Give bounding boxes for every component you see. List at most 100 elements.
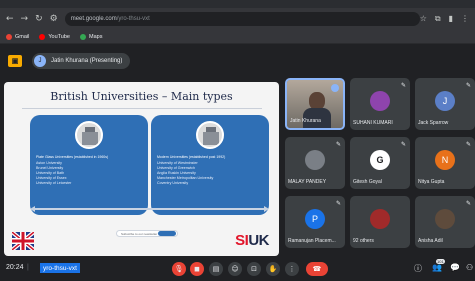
bookmarks-bar: Gmail YouTube Maps	[0, 30, 475, 44]
captions-button[interactable]: ▤	[209, 262, 223, 276]
address-bar: ← → ↻ ⚙ meet.google.com/yro-thsu-vxt ☆ ⧉…	[0, 8, 475, 30]
back-icon[interactable]: ←	[6, 14, 14, 24]
sidebar-icon[interactable]: ▮	[449, 14, 453, 24]
participant-avatar	[305, 150, 325, 170]
participant-avatar	[370, 209, 390, 229]
participant-count-badge: 101	[436, 259, 445, 264]
camera-toggle-button[interactable]: ◼	[190, 262, 204, 276]
participant-name: Jack Sparrow	[418, 120, 449, 126]
list-item: University of Leicester	[36, 181, 72, 185]
meet-window: ← → ↻ ⚙ meet.google.com/yro-thsu-vxt ☆ ⧉…	[0, 0, 475, 281]
extensions-icon[interactable]: ⧉	[435, 14, 441, 24]
participant-avatar: G	[370, 150, 390, 170]
participant-avatar	[435, 209, 455, 229]
mic-off-icon: ✎	[465, 82, 471, 89]
bookmark-label: Gmail	[15, 33, 30, 40]
panel-list: University of Westminster University of …	[157, 161, 213, 186]
meeting-code: yro-thsu-vxt	[40, 263, 80, 273]
gmail-icon	[6, 33, 12, 40]
presentation-slide: British Universities – Main types Plate …	[4, 82, 279, 256]
modern-universities-panel: Modern Universities (established post 19…	[151, 115, 269, 215]
participant-name: Ramanujan Placem...	[288, 238, 336, 244]
participant-name: Jatin Khurana	[290, 118, 321, 124]
panel-heading: Modern Universities (established post 19…	[157, 155, 226, 159]
mic-off-icon: ✎	[335, 200, 341, 207]
participant-tile[interactable]: ✎ J Jack Sparrow	[415, 78, 475, 130]
participant-avatar: N	[435, 150, 455, 170]
mic-off-icon: ✎	[335, 141, 341, 148]
url-omnibox[interactable]: meet.google.com/yro-thsu-vxt	[64, 12, 420, 26]
youtube-icon	[39, 33, 46, 40]
clock: 20:24	[6, 264, 24, 271]
presenter-chip[interactable]: J Jatin Khurana (Presenting)	[32, 53, 131, 69]
forward-icon[interactable]: →	[21, 14, 29, 24]
pill-button	[158, 231, 176, 236]
participant-tile-video[interactable]: Jatin Khurana	[285, 78, 345, 130]
university-photo	[75, 121, 103, 149]
mic-off-icon: ✎	[400, 82, 406, 89]
participant-tile[interactable]: ✎ SUHANI KUMARI	[350, 78, 410, 130]
bookmark-youtube[interactable]: YouTube	[39, 33, 70, 40]
url-host: meet.google.com	[70, 16, 117, 22]
list-item: Coventry University	[157, 181, 189, 185]
mic-off-icon: ✎	[465, 200, 471, 207]
newsletter-pill: Subscribe to our newsletter	[116, 230, 178, 237]
logo-text-right: UK	[248, 232, 269, 249]
pill-text: Subscribe to our newsletter	[121, 231, 158, 236]
raise-hand-button[interactable]: ✋	[266, 262, 280, 276]
participant-tile[interactable]: ✎ N Nitya Gupta	[415, 137, 475, 189]
bookmark-star-icon[interactable]: ☆	[420, 14, 427, 24]
logo-text-left: SI	[235, 232, 249, 249]
bookmark-gmail[interactable]: Gmail	[6, 33, 30, 40]
presenter-avatar: J	[34, 55, 46, 67]
participant-tile[interactable]: ✎ MALAY PANDEY	[285, 137, 345, 189]
participant-name: Gitesh Goyal	[353, 179, 382, 185]
panel-list: Aston University Brunel University Unive…	[36, 161, 71, 186]
participant-tile[interactable]: ✎ P Ramanujan Placem...	[285, 196, 345, 248]
university-photo	[196, 121, 224, 149]
people-icon[interactable]: 👥	[432, 263, 442, 272]
slide-title: British Universities – Main types	[50, 90, 233, 103]
end-call-button[interactable]: ☎	[306, 262, 328, 276]
union-jack-icon	[12, 232, 34, 250]
meet-top-bar: ▣ J Jatin Khurana (Presenting)	[0, 50, 475, 72]
mic-off-icon: ✎	[400, 141, 406, 148]
mic-off-icon: ✎	[465, 141, 471, 148]
emoji-button[interactable]: ☺	[228, 262, 242, 276]
si-uk-logo: SIUK	[235, 232, 269, 249]
url-path: /yro-thsu-vxt	[116, 16, 150, 22]
participant-tile[interactable]: ✎ G Gitesh Goyal	[350, 137, 410, 189]
maps-icon	[80, 33, 86, 40]
info-icon[interactable]: ⓘ	[414, 263, 422, 274]
mic-toggle-button[interactable]: 🎙	[172, 262, 186, 276]
reload-icon[interactable]: ↻	[35, 14, 43, 24]
chat-icon[interactable]: 💬	[450, 263, 460, 272]
bookmark-label: Maps	[89, 33, 103, 40]
menu-icon[interactable]: ⋮	[461, 14, 469, 24]
plate-glass-panel: Plate Glass Universities (established in…	[30, 115, 148, 215]
activities-icon[interactable]: ⚇	[466, 263, 473, 272]
meet-control-bar: 20:24 | yro-thsu-vxt 🎙 ◼ ▤ ☺ ⊡ ✋ ⋮ ☎ ⓘ 👥…	[0, 258, 475, 281]
others-tile[interactable]: 92 others	[350, 196, 410, 248]
more-options-button[interactable]: ⋮	[285, 262, 299, 276]
bookmark-label: YouTube	[48, 33, 70, 40]
participant-name: Nitya Gupta	[418, 179, 445, 185]
double-arrow	[30, 206, 269, 212]
site-settings-icon[interactable]: ⚙	[50, 14, 58, 24]
participant-name: Anisha Adil	[418, 238, 443, 244]
participant-avatar: P	[305, 209, 325, 229]
title-divider	[22, 108, 262, 109]
participant-avatar: J	[435, 91, 455, 111]
speaking-indicator-icon	[331, 84, 339, 92]
tab-strip	[0, 0, 475, 8]
participant-tile[interactable]: ✎ Anisha Adil	[415, 196, 475, 248]
participant-avatar	[370, 91, 390, 111]
panel-heading: Plate Glass Universities (established in…	[36, 155, 109, 159]
others-count: 92 others	[353, 238, 374, 244]
participant-name: SUHANI KUMARI	[353, 120, 393, 126]
bookmark-maps[interactable]: Maps	[80, 33, 103, 40]
present-screen-icon[interactable]: ▣	[8, 55, 22, 67]
separator: |	[27, 264, 29, 271]
present-button[interactable]: ⊡	[247, 262, 261, 276]
participant-name: MALAY PANDEY	[288, 179, 327, 185]
